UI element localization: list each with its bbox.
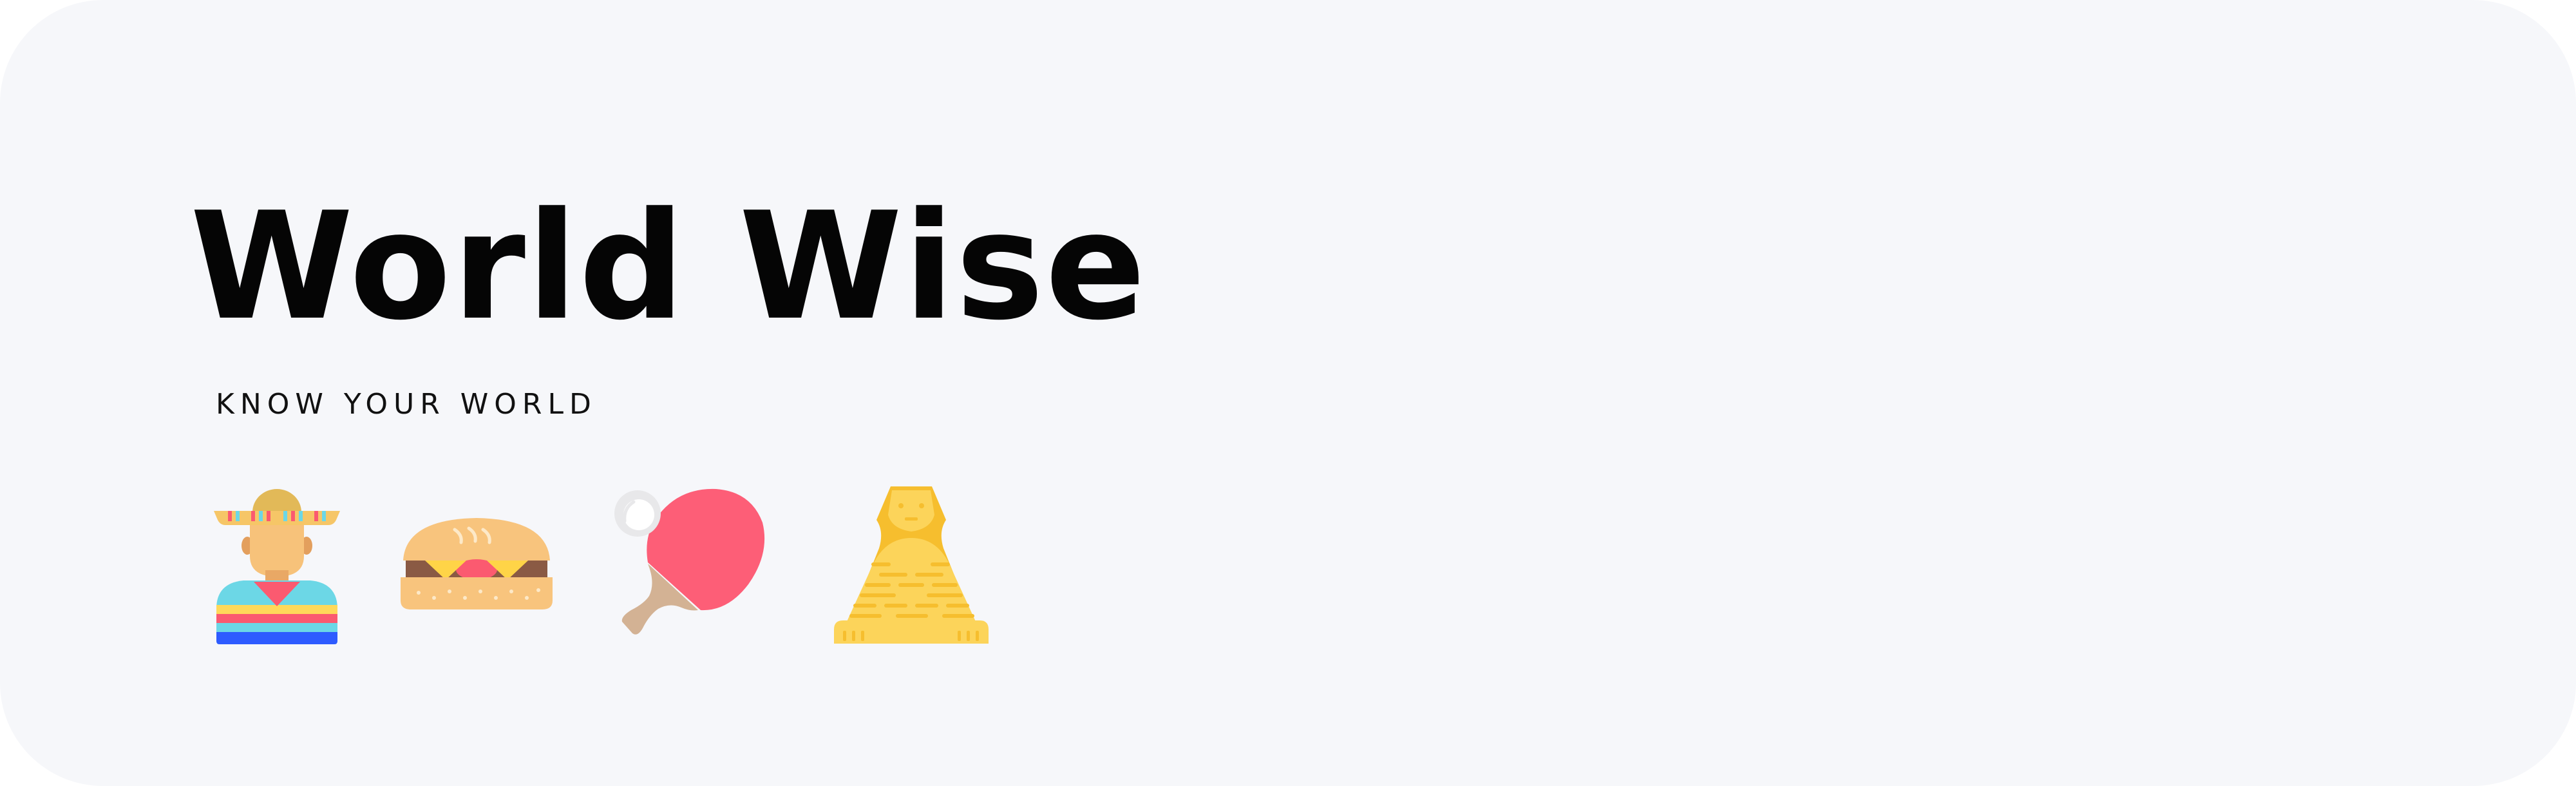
mexican-man-sombrero-icon [214,489,340,644]
app-tagline: KNOW YOUR WORLD [216,388,597,421]
sphinx-icon [834,486,989,644]
app-title: World Wise [190,181,1147,353]
ping-pong-paddle-icon [614,488,765,635]
banner-card: World Wise KNOW YOUR WORLD [0,0,2576,786]
sandwich-icon [401,518,553,609]
